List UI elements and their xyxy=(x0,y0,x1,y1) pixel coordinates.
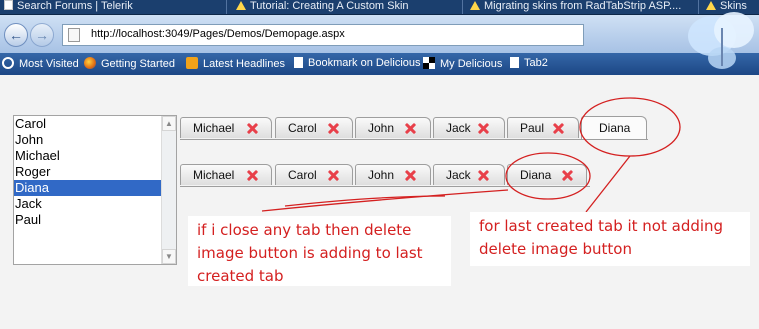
annotation-stroke xyxy=(261,189,509,212)
annotation-ellipse xyxy=(505,152,591,200)
annotation-note-right: for last created tab it not adding delet… xyxy=(470,212,750,266)
note-line: created tab xyxy=(197,267,284,285)
annotation-stroke xyxy=(585,155,631,213)
note-line: if i close any tab then delete xyxy=(197,221,412,239)
note-line: delete image button xyxy=(479,240,632,258)
annotation-ellipse xyxy=(579,97,681,157)
annotation-note-left: if i close any tab then delete image but… xyxy=(188,216,451,286)
note-line: for last created tab it not adding xyxy=(479,217,724,235)
note-line: image button is adding to last xyxy=(197,244,423,262)
